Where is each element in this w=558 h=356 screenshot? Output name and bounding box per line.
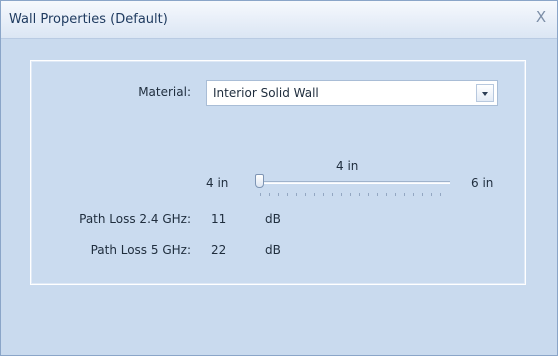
thickness-min-label: 4 in bbox=[206, 176, 229, 190]
dialog-title: Wall Properties (Default) bbox=[9, 12, 168, 27]
thickness-slider-thumb[interactable] bbox=[255, 174, 264, 188]
path-loss-24-value: 11 bbox=[211, 212, 227, 226]
thickness-max-label: 6 in bbox=[471, 176, 494, 190]
wall-properties-dialog: Wall Properties (Default) X Material: In… bbox=[0, 0, 558, 356]
path-loss-5-unit: dB bbox=[265, 243, 281, 257]
close-icon[interactable]: X bbox=[532, 8, 550, 26]
path-loss-24-unit: dB bbox=[265, 212, 281, 226]
thickness-slider-track[interactable] bbox=[257, 181, 450, 184]
thickness-slider-ticks bbox=[260, 193, 449, 196]
title-bar[interactable]: Wall Properties (Default) X bbox=[1, 1, 557, 39]
path-loss-24-label: Path Loss 2.4 GHz: bbox=[79, 212, 191, 226]
material-label: Material: bbox=[138, 85, 191, 99]
thickness-current-value: 4 in bbox=[336, 159, 359, 173]
material-dropdown[interactable]: Interior Solid Wall bbox=[206, 80, 498, 106]
path-loss-5-value: 22 bbox=[211, 243, 227, 257]
chevron-down-icon[interactable] bbox=[476, 84, 494, 102]
path-loss-5-label: Path Loss 5 GHz: bbox=[90, 243, 191, 257]
material-value: Interior Solid Wall bbox=[213, 86, 319, 100]
properties-panel: Material: Interior Solid Wall 4 in 4 in … bbox=[30, 60, 526, 285]
